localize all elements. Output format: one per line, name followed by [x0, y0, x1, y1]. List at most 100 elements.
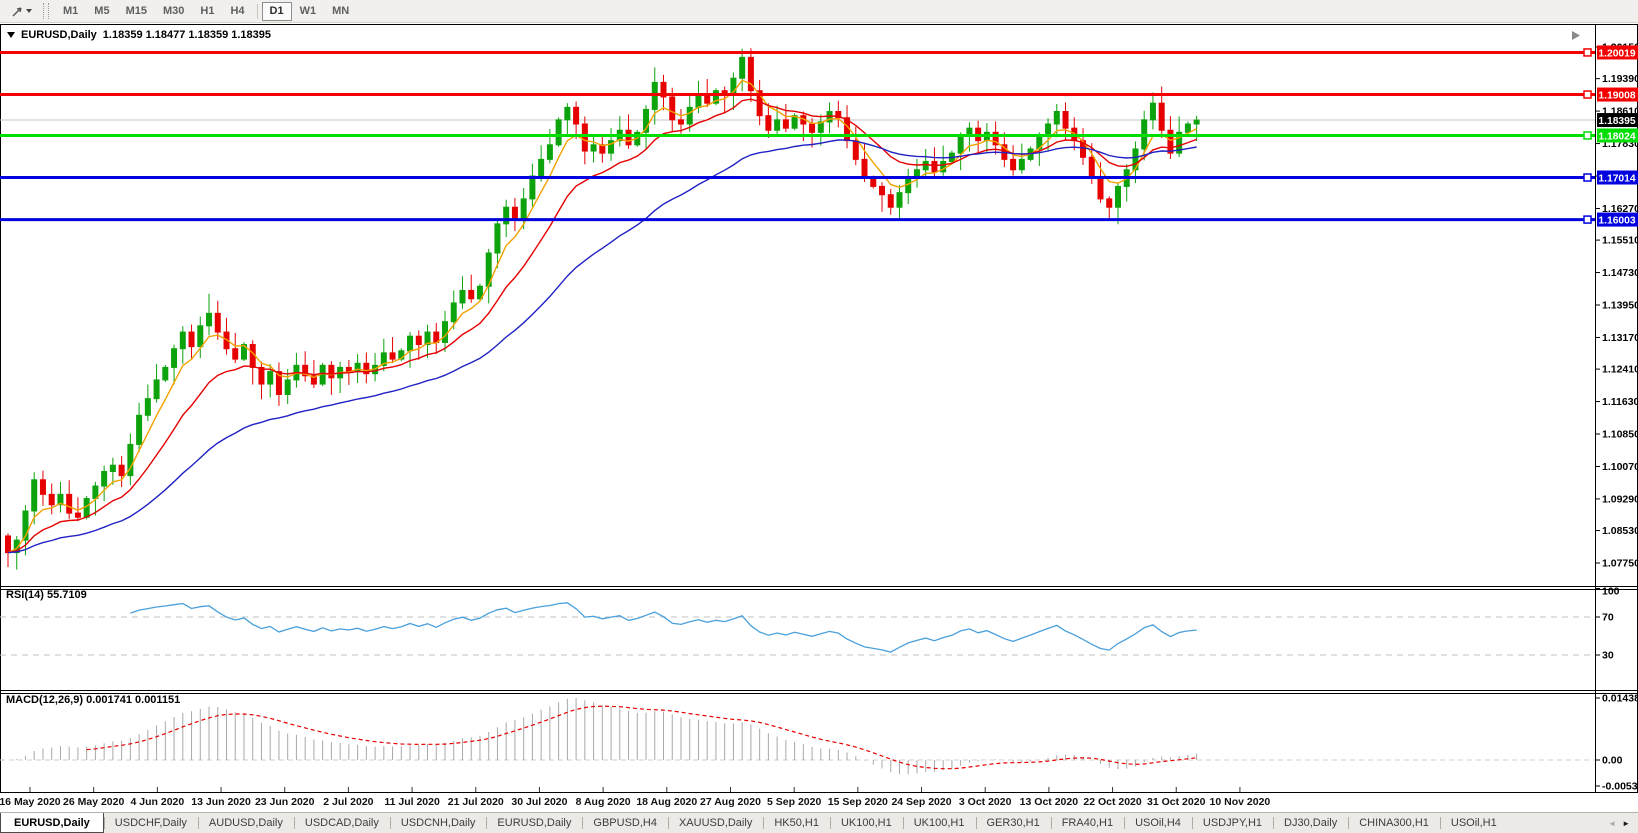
candle-body — [591, 145, 596, 151]
candle-body — [163, 367, 168, 379]
chart-tab-UK100-H1[interactable]: UK100,H1 — [903, 813, 976, 833]
candle-body — [565, 107, 570, 119]
candle-body — [705, 95, 710, 103]
level-anchor-1.16003[interactable] — [1584, 216, 1591, 223]
chart-tab-DJ30-Daily[interactable]: DJ30,Daily — [1273, 813, 1348, 833]
timeframe-button-MN[interactable]: MN — [324, 2, 357, 21]
date-label: 18 Aug 2020 — [636, 796, 697, 808]
timeframe-button-M1[interactable]: M1 — [55, 2, 86, 21]
chart-tab-USDCHF-Daily[interactable]: USDCHF,Daily — [104, 813, 198, 833]
dropdown-caret-icon[interactable] — [26, 9, 32, 13]
chart-tab-HK50-H1[interactable]: HK50,H1 — [763, 813, 830, 833]
date-label: 31 Oct 2020 — [1147, 796, 1205, 808]
y-axis-label: 1.13170 — [1602, 332, 1638, 344]
chart-tab-EURUSD-Daily[interactable]: EURUSD,Daily — [486, 813, 582, 833]
timeframe-button-group: M1M5M15M30H1H4 D1W1MN — [55, 2, 357, 21]
chart-tab-CHINA300-H1[interactable]: CHINA300,H1 — [1348, 813, 1440, 833]
timeframe-button-H1[interactable]: H1 — [192, 2, 222, 21]
date-label: 8 Aug 2020 — [576, 796, 631, 808]
date-label: 30 Jul 2020 — [511, 796, 567, 808]
candle-body — [871, 178, 876, 186]
candle-body — [416, 336, 421, 344]
timeframe-button-M15[interactable]: M15 — [118, 2, 155, 21]
candle-body — [469, 290, 474, 298]
collapse-icon[interactable] — [7, 32, 15, 38]
candle-body — [880, 186, 885, 194]
level-price-label: 1.18024 — [1598, 131, 1635, 142]
rsi-axis-label: 30 — [1602, 650, 1614, 662]
candle-body — [390, 353, 395, 359]
macd-indicator-label: MACD(12,26,9) 0.001741 0.001151 — [6, 694, 180, 706]
date-label: 13 Oct 2020 — [1020, 796, 1078, 808]
level-anchor-1.19008[interactable] — [1584, 91, 1591, 98]
chart-tab-GBPUSD-H4[interactable]: GBPUSD,H4 — [582, 813, 668, 833]
chart-background — [0, 24, 1638, 793]
chart-tab-USOil-H4[interactable]: USOil,H4 — [1124, 813, 1192, 833]
candle-body — [451, 303, 456, 322]
candle-body — [40, 480, 45, 495]
chart-tab-USDCAD-Daily[interactable]: USDCAD,Daily — [294, 813, 390, 833]
tab-scroll-left-icon[interactable]: ◄ — [1608, 819, 1616, 828]
date-label: 4 Jun 2020 — [131, 796, 185, 808]
chart-tab-FRA40-H1[interactable]: FRA40,H1 — [1051, 813, 1124, 833]
macd-axis-label: -0.005396 — [1602, 781, 1638, 793]
chart-tab-EURUSD-Daily[interactable]: EURUSD,Daily — [0, 813, 104, 833]
chart-tab-GER30-H1[interactable]: GER30,H1 — [976, 813, 1051, 833]
chart-tab-UK100-H1[interactable]: UK100,H1 — [830, 813, 903, 833]
chart-tab-USOil-H1[interactable]: USOil,H1 — [1440, 813, 1508, 833]
candle-body — [408, 336, 413, 351]
timeframe-button-H4[interactable]: H4 — [222, 2, 252, 21]
candle-body — [504, 207, 509, 224]
y-axis-label: 1.10850 — [1602, 429, 1638, 441]
timeframe-button-M5[interactable]: M5 — [86, 2, 117, 21]
current-price-label: 1.18395 — [1598, 116, 1635, 127]
date-label: 22 Oct 2020 — [1083, 796, 1141, 808]
macd-axis-label: 0.00 — [1602, 755, 1623, 767]
candle-body — [119, 465, 124, 475]
candle-body — [460, 290, 465, 302]
date-label: 10 Nov 2020 — [1210, 796, 1271, 808]
timeframe-button-M30[interactable]: M30 — [155, 2, 192, 21]
level-price-label: 1.20019 — [1598, 48, 1635, 59]
chart-tool-button[interactable] — [3, 2, 39, 21]
time-axis[interactable]: 16 May 202026 May 20204 Jun 202013 Jun 2… — [0, 793, 1638, 812]
timeframe-button-W1[interactable]: W1 — [292, 2, 325, 21]
level-anchor-1.18024[interactable] — [1584, 132, 1591, 139]
tab-scroll-controls: ◄► — [1600, 813, 1638, 833]
level-anchor-1.20019[interactable] — [1584, 49, 1591, 56]
chart-ohlc-values: 1.18359 1.18477 1.18359 1.18395 — [103, 29, 271, 41]
toolbar-grip[interactable] — [43, 3, 49, 19]
candle-body — [110, 465, 115, 471]
chart-tab-XAUUSD-Daily[interactable]: XAUUSD,Daily — [668, 813, 763, 833]
chart-tab-AUDUSD-Daily[interactable]: AUDUSD,Daily — [198, 813, 294, 833]
timeframe-button-D1[interactable]: D1 — [262, 2, 292, 21]
candle-body — [1089, 157, 1094, 178]
date-label: 23 Jun 2020 — [255, 796, 315, 808]
tab-scroll-right-icon[interactable]: ► — [1622, 819, 1630, 828]
y-axis-label: 1.14730 — [1602, 267, 1638, 279]
candle-body — [1159, 103, 1164, 130]
level-anchor-1.17014[interactable] — [1584, 174, 1591, 181]
date-label: 3 Oct 2020 — [959, 796, 1012, 808]
date-label: 21 Jul 2020 — [448, 796, 504, 808]
candle-body — [145, 399, 150, 416]
candle-body — [1107, 199, 1112, 207]
candle-body — [102, 471, 107, 486]
chart-canvas[interactable]: 1.201501.193901.186101.178301.170501.162… — [0, 24, 1638, 793]
candle-body — [574, 107, 579, 124]
candle-body — [180, 332, 185, 349]
date-label: 13 Jun 2020 — [191, 796, 251, 808]
candle-body — [1011, 159, 1016, 169]
candle-body — [547, 145, 552, 160]
y-axis-label: 1.11630 — [1602, 396, 1638, 408]
candle-body — [215, 313, 220, 332]
date-label: 2 Jul 2020 — [323, 796, 373, 808]
chart-tab-USDJPY-H1[interactable]: USDJPY,H1 — [1192, 813, 1273, 833]
candle-body — [233, 349, 238, 359]
candle-body — [932, 161, 937, 171]
candle-body — [862, 159, 867, 178]
candle-body — [49, 494, 54, 504]
candle-body — [207, 313, 212, 325]
chart-tab-USDCNH-Daily[interactable]: USDCNH,Daily — [390, 813, 487, 833]
candle-body — [626, 130, 631, 145]
